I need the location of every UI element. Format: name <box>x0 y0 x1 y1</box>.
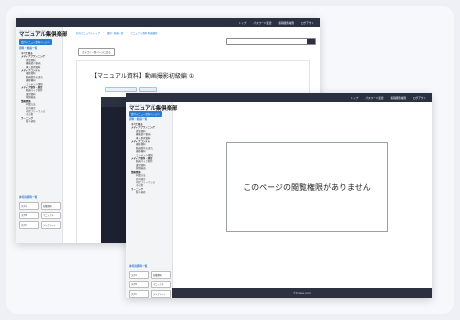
chips-heading: 参考用資料一覧 <box>19 196 38 199</box>
sidebar-chip[interactable]: 各種資料 <box>151 271 171 279</box>
back-to-list-button[interactable]: カテゴリ一覧ページに戻る <box>78 48 115 56</box>
menu-guide-link[interactable]: 受付メニュー案内ページへ <box>19 39 52 45</box>
sidebar-chip[interactable]: タグA <box>19 202 39 210</box>
permission-notice: このページの閲覧権限がありません <box>226 142 388 232</box>
breadcrumb-separator: › <box>102 31 104 34</box>
nav-menu: トップ パスワード変更 投稿閲覧権限 ログアウト <box>239 18 314 27</box>
breadcrumb-item-current: マニュアル資料 動画撮影 <box>130 32 158 35</box>
sidebar-chip[interactable]: テンプレート <box>151 290 171 298</box>
sidebar: コンシェルジュ マニュアル マニュアル集倶楽部 受付メニュー案内ページへ 資料・… <box>16 27 67 243</box>
sidebar-chip[interactable]: タグB <box>19 211 39 220</box>
sidebar-heading: 資料・動画一覧 <box>19 47 38 50</box>
site-logo[interactable]: コンシェルジュ マニュアル マニュアル集倶楽部 <box>19 29 67 38</box>
sidebar-chip[interactable]: タグB <box>129 280 149 289</box>
sidebar-chips: タグA 各種資料 タグB マニュアル タグC テンプレート <box>129 271 171 298</box>
sidebar-category-list: すべて見る メディアプランニング 提案資料 機能紹介動画 導入事例資料 メディアコンテル撮… <box>131 123 155 195</box>
article-tag[interactable] <box>139 87 157 92</box>
sidebar-chip[interactable]: タグC <box>19 221 39 229</box>
sidebar-chip[interactable]: マニュアル <box>151 280 171 289</box>
chips-heading: 参考用資料一覧 <box>129 265 148 268</box>
search-button[interactable] <box>307 39 315 44</box>
footer-copyright: ©tclass.com <box>293 291 311 295</box>
logo-title: マニュアル集倶楽部 <box>19 32 68 38</box>
nav-permission[interactable]: 投稿閲覧権限 <box>390 96 406 100</box>
sidebar-chip[interactable]: テンプレート <box>41 221 61 229</box>
sidebar-chip[interactable]: マニュアル <box>41 211 61 220</box>
sidebar-item[interactable]: 新人研修 <box>131 191 155 194</box>
article-tag[interactable] <box>105 87 137 92</box>
nav-top[interactable]: トップ <box>239 21 247 25</box>
sidebar-chip[interactable]: タグC <box>129 290 149 298</box>
sidebar-chip[interactable]: 各種資料 <box>41 202 61 210</box>
sidebar-item[interactable]: 新人研修 <box>21 120 45 123</box>
breadcrumb: 社内マニュアルトップ › 資料・動画一覧 › マニュアル資料 動画撮影 <box>76 31 158 35</box>
sidebar: コンシェルジュ マニュアル マニュアル集倶楽部 受付メニュー案内ページへ 資料・… <box>126 102 177 298</box>
nav-password[interactable]: パスワード変更 <box>253 21 271 25</box>
breadcrumb-item-home[interactable]: 社内マニュアルトップ <box>76 31 100 35</box>
top-navbar: トップ パスワード変更 投稿閲覧権限 ログアウト <box>126 93 432 102</box>
sidebar-heading: 資料・動画一覧 <box>129 118 148 121</box>
nav-password[interactable]: パスワード変更 <box>365 96 383 100</box>
nav-logout[interactable]: ログアウト <box>413 96 426 100</box>
sidebar-chips: タグA 各種資料 タグB マニュアル タグC テンプレート <box>19 202 61 229</box>
search-input[interactable] <box>226 38 316 45</box>
breadcrumb-separator: › <box>126 31 128 34</box>
sidebar-category-list: すべて見る メディアプランニング 提案資料 機能紹介動画 導入事例資料 メディアコンテル撮… <box>21 52 45 124</box>
sidebar-chip[interactable]: タグA <box>129 271 149 279</box>
nav-menu: トップ パスワード変更 投稿閲覧権限 ログアウト <box>351 93 426 102</box>
nav-top[interactable]: トップ <box>351 96 359 100</box>
breadcrumb-item-list[interactable]: 資料・動画一覧 <box>107 31 124 35</box>
top-navbar: トップ パスワード変更 投稿閲覧権限 ログアウト <box>16 18 320 27</box>
article-title: 【マニュアル資料】動画撮影初級編 ① <box>91 73 195 80</box>
permission-notice-text: このページの閲覧権限がありません <box>243 182 371 192</box>
nav-logout[interactable]: ログアウト <box>301 21 314 25</box>
foreground-window: トップ パスワード変更 投稿閲覧権限 ログアウト コンシェルジュ マニュアル マ… <box>126 93 432 298</box>
footer: ©tclass.com <box>172 288 432 298</box>
nav-permission[interactable]: 投稿閲覧権限 <box>278 21 294 25</box>
